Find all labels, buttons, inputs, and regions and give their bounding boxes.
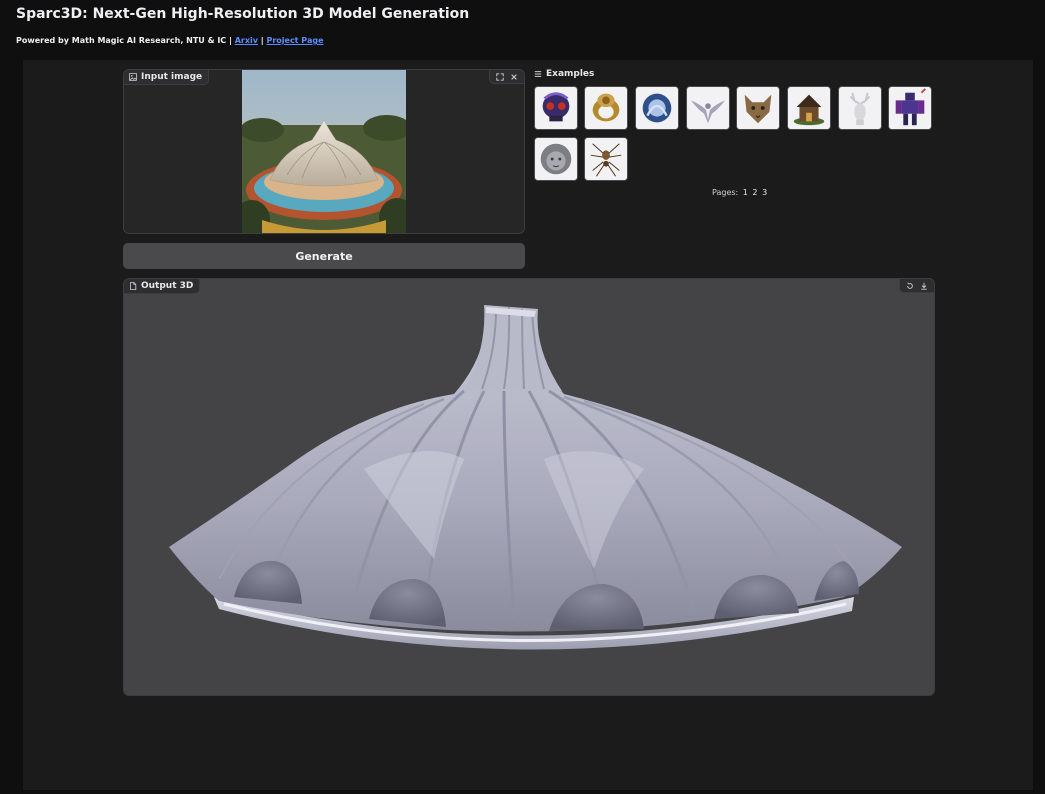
input-image-card[interactable]: Input image bbox=[123, 69, 525, 234]
examples-header: Examples bbox=[534, 69, 594, 79]
generate-button[interactable]: Generate bbox=[123, 243, 525, 269]
project-page-link[interactable]: Project Page bbox=[266, 36, 323, 45]
page-2-link[interactable]: 2 bbox=[752, 188, 757, 197]
input-image-preview bbox=[242, 70, 406, 233]
example-thumb-deer[interactable] bbox=[838, 86, 882, 130]
page-3-link[interactable]: 3 bbox=[762, 188, 767, 197]
subtitle-text: Powered by Math Magic AI Research, NTU &… bbox=[16, 36, 232, 45]
download-icon[interactable] bbox=[918, 280, 930, 291]
example-thumb-spider[interactable] bbox=[584, 137, 628, 181]
example-thumb-skull[interactable] bbox=[534, 86, 578, 130]
example-thumb-house[interactable] bbox=[787, 86, 831, 130]
example-thumb-ring[interactable] bbox=[584, 86, 628, 130]
list-icon bbox=[534, 71, 542, 77]
file-icon bbox=[130, 282, 137, 290]
example-thumb-lion[interactable] bbox=[534, 137, 578, 181]
arxiv-link[interactable]: Arxiv bbox=[235, 36, 258, 45]
output-3d-label-text: Output 3D bbox=[141, 281, 194, 291]
close-icon[interactable] bbox=[508, 71, 520, 82]
pagination: Pages: 1 2 3 bbox=[712, 188, 767, 197]
page-title: Sparc3D: Next-Gen High-Resolution 3D Mod… bbox=[16, 6, 470, 22]
input-image-label: Input image bbox=[124, 70, 210, 85]
page-1-link[interactable]: 1 bbox=[743, 188, 748, 197]
reset-icon[interactable] bbox=[904, 280, 916, 291]
fullscreen-icon[interactable] bbox=[494, 71, 506, 82]
3d-model-render[interactable] bbox=[124, 279, 935, 696]
output-3d-card[interactable]: Output 3D bbox=[123, 278, 935, 696]
link-separator: | bbox=[260, 36, 264, 45]
example-thumb-robot[interactable] bbox=[888, 86, 932, 130]
example-thumb-eagle[interactable] bbox=[686, 86, 730, 130]
input-image-toolbar bbox=[489, 70, 524, 84]
output-toolbar bbox=[899, 279, 934, 293]
pages-label: Pages: bbox=[712, 188, 739, 197]
output-3d-label: Output 3D bbox=[124, 279, 201, 294]
example-thumb-wolf[interactable] bbox=[736, 86, 780, 130]
subtitle: Powered by Math Magic AI Research, NTU &… bbox=[16, 36, 324, 45]
examples-label: Examples bbox=[546, 69, 595, 79]
input-image-label-text: Input image bbox=[141, 72, 203, 82]
image-icon bbox=[129, 73, 137, 81]
example-thumb-dragon-disc[interactable] bbox=[635, 86, 679, 130]
